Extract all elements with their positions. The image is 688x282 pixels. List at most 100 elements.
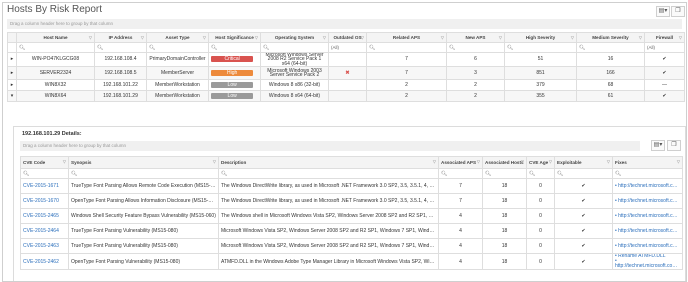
column-header[interactable]: Medium Severity ▽ — [576, 32, 645, 43]
filter-icon[interactable]: ▽ — [141, 35, 144, 40]
column-header[interactable]: Related APS ▽ — [366, 32, 447, 43]
details-filter-input[interactable]: 🔍︎ — [218, 168, 439, 179]
filter-icon[interactable]: ▽ — [361, 35, 364, 40]
filter-icon[interactable]: ▽ — [441, 35, 444, 40]
cve-row[interactable]: CVE-2015-2463 TrueType Font Parsing Vulne… — [20, 238, 683, 254]
details-title: 192.168.101.29 Details: — [22, 131, 82, 137]
details-group-by-bar[interactable]: Drag a column header here to group by th… — [20, 141, 640, 151]
details-column-header[interactable]: Description ▽ — [218, 156, 439, 169]
cve-cell-fix[interactable]: • http://technet.microsoft.com/... — [612, 223, 683, 239]
details-filter-input[interactable]: 🔍︎ — [68, 168, 219, 179]
column-filter-input[interactable]: 🔍︎ — [94, 42, 147, 53]
column-filter-input[interactable]: 🔍︎ — [366, 42, 447, 53]
fix-link[interactable]: http://technet.microsoft.com/... — [618, 228, 681, 234]
cve-cell-cve[interactable]: CVE-2015-2463 — [20, 238, 69, 254]
details-column-header[interactable]: Synopsis ▽ — [68, 156, 219, 169]
host-cell-text: Windows 8 x64 (64-bit) — [268, 92, 321, 99]
details-column-header[interactable]: CVE Age ▽ — [526, 156, 555, 169]
column-header[interactable]: Asset Type ▽ — [146, 32, 209, 43]
filter-icon[interactable]: ▽ — [213, 159, 216, 164]
cve-cell-fix[interactable]: • http://technet.microsoft.com/... — [612, 208, 683, 224]
filter-icon[interactable]: ▽ — [677, 159, 680, 164]
cve-cell-fix[interactable]: • http://technet.microsoft.com/... — [612, 238, 683, 254]
cve-cell-cve[interactable]: CVE-2015-1670 — [20, 193, 69, 209]
fix-link[interactable]: http://technet.microsoft.com/... — [618, 183, 681, 189]
details-column-header[interactable]: CVE Code ▽ — [20, 156, 69, 169]
details-filter-input[interactable]: 🔍︎ — [526, 168, 555, 179]
filter-all-select[interactable]: (All) — [331, 45, 339, 50]
details-column-header[interactable]: Exploitable ▽ — [554, 156, 613, 169]
host-row[interactable]: ▸ WIN8X32 192.168.101.22 MemberWorkstation L… — [7, 78, 685, 91]
filter-icon[interactable]: ▽ — [571, 35, 574, 40]
details-filter-input[interactable]: 🔍︎ — [438, 168, 483, 179]
details-column-header[interactable]: Fixes ▽ — [612, 156, 683, 169]
filter-icon[interactable]: ▽ — [477, 159, 480, 164]
filter-icon[interactable]: ▽ — [521, 159, 524, 164]
column-header[interactable]: Host Name ▽ — [16, 32, 95, 43]
cve-cell-cve[interactable]: CVE-2015-2465 — [20, 208, 69, 224]
details-export-icon[interactable]: ▤▾ — [651, 140, 665, 151]
column-header[interactable]: New APS ▽ — [446, 32, 505, 43]
expand-row-icon[interactable]: ▸ — [7, 78, 17, 91]
details-filter-input[interactable]: 🔍︎ — [612, 168, 683, 179]
filter-icon[interactable]: ▽ — [499, 35, 502, 40]
column-filter-input[interactable]: 🔍︎ — [576, 42, 645, 53]
cve-row[interactable]: CVE-2015-1671 TrueType Font Parsing Allow… — [20, 178, 683, 194]
cve-cell-fix[interactable]: • http://technet.microsoft.com/... — [612, 178, 683, 194]
column-filter-input[interactable]: (All) — [644, 42, 685, 53]
cve-cell-fix[interactable]: • http://technet.microsoft.com/... — [612, 193, 683, 209]
fix-link[interactable]: Rename ATMFD.DLL — [618, 255, 665, 260]
filter-icon[interactable]: ▽ — [679, 35, 682, 40]
column-header[interactable]: Operating System ▽ — [260, 32, 329, 43]
filter-all-select[interactable]: (All) — [647, 45, 655, 50]
filter-icon[interactable]: ▽ — [639, 35, 642, 40]
cve-row[interactable]: CVE-2015-2462 OpenType Font Parsing Vulne… — [20, 253, 683, 270]
cve-cell-cve[interactable]: CVE-2015-2462 — [20, 253, 69, 270]
column-header[interactable]: Host Significance ▽ — [208, 32, 261, 43]
group-by-bar[interactable]: Drag a column header here to group by th… — [7, 19, 682, 29]
filter-icon[interactable]: ▽ — [89, 35, 92, 40]
column-header[interactable]: IP Address ▽ — [94, 32, 147, 43]
copy-icon[interactable]: ❐ — [671, 6, 685, 17]
filter-icon[interactable]: ▽ — [549, 159, 552, 164]
fix-link[interactable]: http://technet.microsoft.com/... — [615, 263, 682, 269]
filter-icon[interactable]: ▽ — [255, 35, 258, 40]
column-filter-input[interactable]: 🔍︎ — [146, 42, 209, 53]
details-column-header[interactable]: Associated Hosts ▽ — [482, 156, 527, 169]
cve-row[interactable]: CVE-2015-2464 TrueType Font Parsing Vulne… — [20, 223, 683, 239]
cve-row[interactable]: CVE-2015-1670 OpenType Font Parsing Allow… — [20, 193, 683, 209]
cve-cell-cve[interactable]: CVE-2015-1671 — [20, 178, 69, 194]
details-filter-input[interactable]: 🔍︎ — [482, 168, 527, 179]
host-row[interactable]: ▸ WIN-PO47KLGCG08 192.168.108.4 PrimaryDoma… — [7, 52, 685, 67]
cve-cell-fix[interactable]: • Rename ATMFD.DLL • http://technet.micro… — [612, 253, 683, 270]
fix-link[interactable]: http://technet.microsoft.com/... — [618, 213, 681, 219]
filter-icon[interactable]: ▽ — [433, 159, 436, 164]
filter-icon[interactable]: ▽ — [607, 159, 610, 164]
expand-row-icon[interactable]: ▸ — [7, 52, 17, 67]
cve-row[interactable]: CVE-2015-2465 Windows Shell Security Feat… — [20, 208, 683, 224]
column-header[interactable]: Outdated OS ▽ — [328, 32, 367, 43]
column-filter-input[interactable]: 🔍︎ — [208, 42, 261, 53]
cve-cell-cve[interactable]: CVE-2015-2464 — [20, 223, 69, 239]
details-filter-input[interactable]: 🔍︎ — [554, 168, 613, 179]
details-filter-input[interactable]: 🔍︎ — [20, 168, 69, 179]
expand-row-icon[interactable]: ▾ — [7, 89, 17, 102]
details-column-header[interactable]: Associated APS ▽ — [438, 156, 483, 169]
column-filter-input[interactable]: 🔍︎ — [260, 42, 329, 53]
fix-link[interactable]: http://technet.microsoft.com/... — [618, 243, 681, 249]
column-filter-input[interactable]: 🔍︎ — [504, 42, 577, 53]
filter-icon[interactable]: ▽ — [203, 35, 206, 40]
fix-link[interactable]: http://technet.microsoft.com/... — [618, 198, 681, 204]
filter-icon[interactable]: ▽ — [63, 159, 66, 164]
column-header[interactable]: High Severity ▽ — [504, 32, 577, 43]
details-copy-icon[interactable]: ❐ — [667, 140, 681, 151]
host-row[interactable]: ▸ SERVER2324 192.168.108.5 MemberServer High… — [7, 65, 685, 80]
export-icon[interactable]: ▤▾ — [656, 6, 670, 17]
column-filter-input[interactable]: 🔍︎ — [16, 42, 95, 53]
host-row[interactable]: ▾ WIN8X64 192.168.101.29 MemberWorkstation L… — [7, 89, 685, 102]
filter-icon[interactable]: ▽ — [323, 35, 326, 40]
column-header[interactable]: Firewall ▽ — [644, 32, 685, 43]
column-filter-input[interactable]: 🔍︎ — [446, 42, 505, 53]
column-filter-input[interactable]: (All) — [328, 42, 367, 53]
expand-row-icon[interactable]: ▸ — [7, 65, 17, 80]
